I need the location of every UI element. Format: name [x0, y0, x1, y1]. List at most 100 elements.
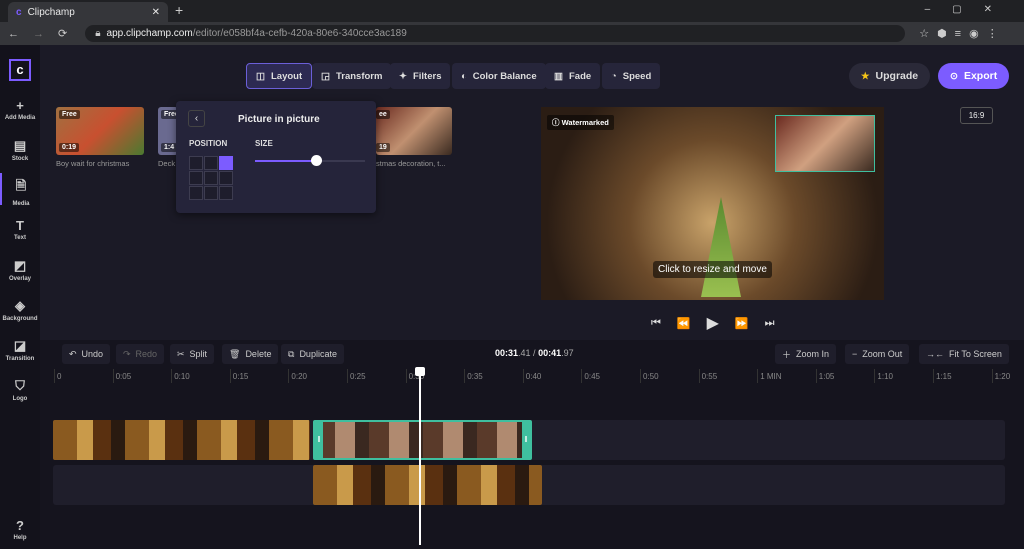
transform-icon: ◲: [321, 70, 330, 82]
position-label: POSITION: [189, 139, 228, 148]
position-bottom-center[interactable]: [204, 186, 218, 200]
transition-icon: ◪: [13, 338, 27, 353]
fit-icon: →←: [926, 349, 944, 359]
playhead[interactable]: [419, 370, 421, 545]
position-top-right[interactable]: [219, 156, 233, 170]
video-clip-selected[interactable]: ‖ ‖: [313, 420, 532, 460]
export-button[interactable]: ⊙ Export: [938, 63, 1010, 89]
video-clip[interactable]: [313, 465, 542, 505]
duplicate-button[interactable]: ⧉ Duplicate: [281, 344, 344, 364]
sidebar-label: Add Media: [4, 115, 36, 121]
redo-icon: ↷: [123, 348, 131, 359]
forward-icon[interactable]: →: [33, 28, 44, 40]
rewind-icon[interactable]: ⏪: [677, 317, 691, 330]
position-bottom-right[interactable]: [219, 186, 233, 200]
total-time: 00:41: [538, 348, 562, 358]
media-thumbnail[interactable]: Free 1:4: [158, 107, 182, 155]
ruler-tick-line: [112, 369, 114, 383]
position-center[interactable]: [204, 171, 218, 185]
duration-badge: 0:19: [59, 143, 80, 152]
extensions-icon[interactable]: ☆⬢≡◉⋮: [919, 27, 1005, 40]
info-icon: ⓘ: [552, 118, 562, 127]
size-slider-handle[interactable]: [310, 155, 322, 166]
aspect-ratio-button[interactable]: 16:9: [960, 107, 993, 124]
transform-label: Transform: [335, 70, 383, 82]
new-tab-icon[interactable]: +: [175, 2, 183, 18]
play-icon[interactable]: ▶: [707, 313, 719, 333]
position-top-center[interactable]: [204, 156, 218, 170]
close-tab-icon[interactable]: ✕: [152, 7, 160, 18]
reload-icon[interactable]: ⟳: [58, 27, 67, 40]
url-input[interactable]: 🔒︎ app.clipchamp.com/editor/e058bf4a-cef…: [85, 25, 906, 42]
zoom-out-button[interactable]: − Zoom Out: [845, 344, 910, 364]
sidebar-label: Transition: [5, 356, 35, 362]
ruler-tick-label: 0:50: [643, 372, 659, 381]
clipchamp-favicon-icon: c: [16, 6, 22, 18]
fit-to-screen-button[interactable]: →← Fit To Screen: [919, 344, 1009, 364]
ruler-tick-line: [405, 369, 407, 383]
speed-button[interactable]: ◔ Speed: [602, 63, 661, 89]
sidebar-item-stock[interactable]: ▤ Stock: [0, 138, 40, 162]
color-balance-button[interactable]: ◐ Color Balance: [452, 63, 546, 89]
plus-icon: ＋: [782, 349, 792, 360]
zoom-in-button[interactable]: ＋ Zoom In: [775, 344, 837, 364]
position-bottom-left[interactable]: [189, 186, 203, 200]
sidebar-label: Media: [12, 201, 30, 207]
sidebar-item-background[interactable]: ◈ Background: [0, 298, 40, 322]
fast-forward-icon[interactable]: ⏩: [735, 317, 749, 330]
browser-tab-bar: c Clipchamp ✕ + –▢✕: [0, 0, 1024, 22]
position-middle-right[interactable]: [219, 171, 233, 185]
sidebar-item-help[interactable]: ? Help: [0, 518, 40, 541]
layout-button[interactable]: ◫ Layout: [246, 63, 313, 89]
video-preview[interactable]: ⓘ Watermarked Click to resize and move: [541, 107, 884, 300]
delete-button[interactable]: 🗑︎ Delete: [222, 344, 279, 364]
clipchamp-logo: c: [9, 59, 31, 81]
split-button[interactable]: ✂ Split: [170, 344, 215, 364]
filters-button[interactable]: ✦ Filters: [390, 63, 451, 89]
sidebar-item-logo[interactable]: ⛉ Logo: [0, 378, 40, 402]
ruler-tick-line: [991, 369, 993, 383]
sidebar-label: Logo: [12, 396, 28, 402]
size-slider[interactable]: [255, 155, 365, 166]
ruler-tick-line: [54, 369, 55, 383]
sidebar: c + Add Media ▤ Stock 🗎 Media T Text ◩ Overla…: [0, 45, 40, 549]
position-middle-left[interactable]: [189, 171, 203, 185]
skip-start-icon[interactable]: ⏮: [651, 317, 661, 330]
tab-title: Clipchamp: [27, 6, 75, 18]
sidebar-item-overlay[interactable]: ◩ Overlay: [0, 258, 40, 282]
browser-tab[interactable]: c Clipchamp ✕: [8, 2, 168, 22]
size-label: SIZE: [255, 139, 273, 148]
back-button[interactable]: ‹: [188, 110, 205, 127]
tree-shape: [701, 197, 741, 297]
sidebar-item-add-media[interactable]: + Add Media: [0, 98, 40, 121]
playhead-handle[interactable]: [415, 367, 425, 376]
upgrade-button[interactable]: ★ Upgrade: [849, 63, 931, 89]
ruler-tick-line: [640, 369, 641, 383]
position-top-left[interactable]: [189, 156, 203, 170]
free-badge: Free: [59, 110, 80, 119]
watermark-label: Watermarked: [561, 118, 609, 127]
ruler-tick-label: 0:15: [232, 372, 249, 381]
media-thumbnail[interactable]: Free 0:19: [56, 107, 144, 155]
transform-button[interactable]: ◲ Transform: [312, 63, 392, 89]
undo-button[interactable]: ↶ Undo: [62, 344, 111, 364]
fade-button[interactable]: ▥ Fade: [545, 63, 601, 89]
trim-handle-right[interactable]: ‖: [522, 422, 530, 458]
pip-overlay-video[interactable]: [775, 115, 875, 172]
skip-end-icon[interactable]: ⏭: [765, 317, 775, 330]
ruler-tick-line: [698, 369, 700, 383]
media-thumbnail[interactable]: ee 19: [376, 107, 452, 155]
speed-icon: ◔: [611, 70, 617, 82]
sidebar-item-transition[interactable]: ◪ Transition: [0, 338, 40, 362]
export-label: Export: [963, 70, 998, 82]
ruler-tick-line: [229, 369, 231, 383]
ruler-tick-line: [815, 369, 817, 383]
back-icon[interactable]: ←: [8, 28, 19, 40]
sidebar-item-media[interactable]: 🗎 Media: [0, 173, 40, 207]
redo-button[interactable]: ↷ Redo: [116, 344, 165, 364]
sidebar-item-text[interactable]: T Text: [0, 218, 40, 241]
window-controls[interactable]: –▢✕: [925, 4, 1014, 15]
trim-handle-left[interactable]: ‖: [315, 422, 323, 458]
redo-label: Redo: [135, 349, 158, 359]
video-clip[interactable]: [53, 420, 310, 460]
